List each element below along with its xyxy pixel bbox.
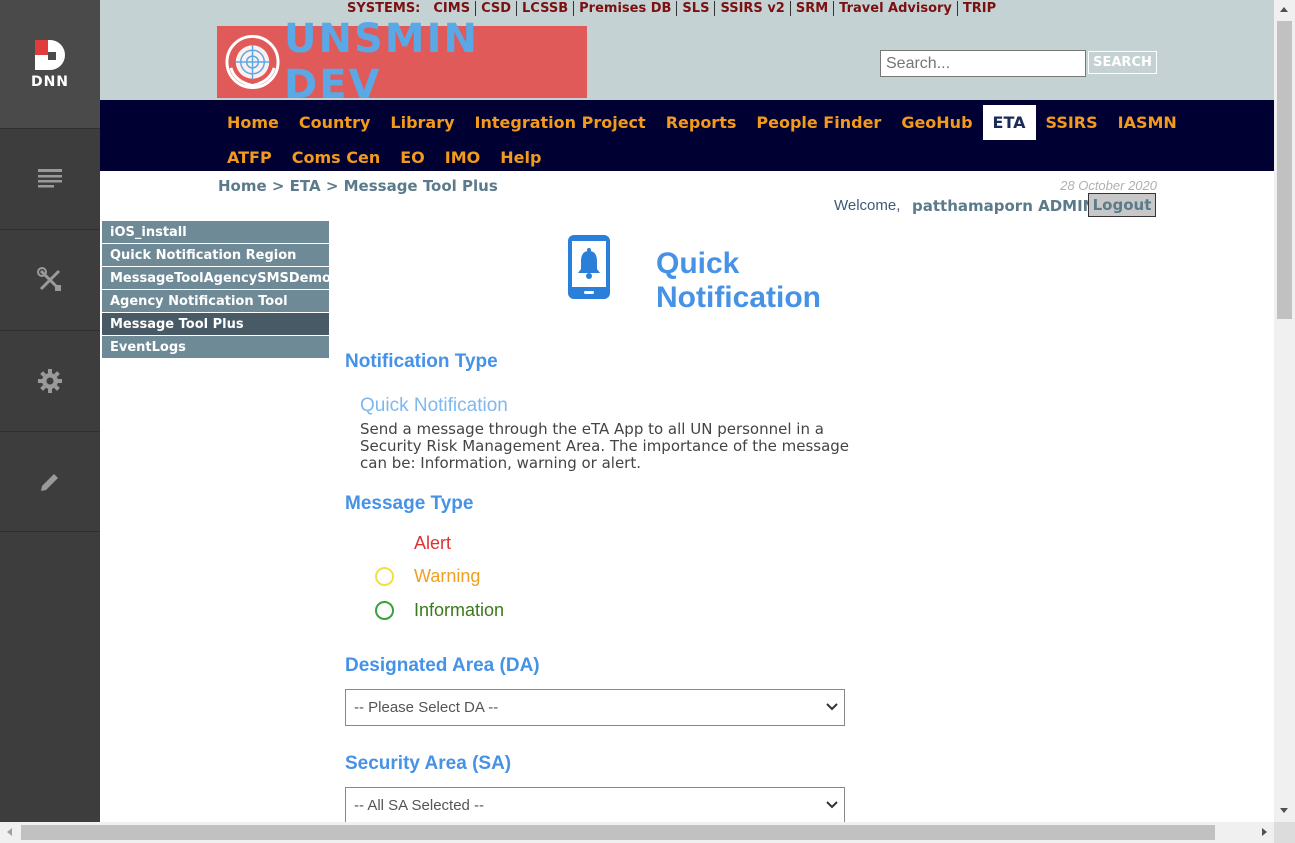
- security-area-heading: Security Area (SA): [345, 753, 512, 774]
- nav-home[interactable]: Home: [217, 105, 289, 140]
- nav-coms-cen[interactable]: Coms Cen: [282, 140, 390, 175]
- notification-type-description: Send a message through the eTA App to al…: [360, 420, 850, 472]
- nav-help[interactable]: Help: [490, 140, 551, 175]
- alert-radio[interactable]: [375, 533, 394, 553]
- sidenav-item-quick-notification-region[interactable]: Quick Notification Region: [102, 244, 329, 267]
- un-emblem-icon: [225, 34, 280, 90]
- side-nav: iOS_install Quick Notification Region Me…: [102, 221, 329, 359]
- search-button[interactable]: SEARCH: [1088, 51, 1157, 74]
- system-link-travel-advisory[interactable]: Travel Advisory: [833, 1, 957, 16]
- chevron-down-icon: [826, 703, 838, 711]
- horizontal-scroll-thumb[interactable]: [21, 825, 1215, 840]
- dnn-logo[interactable]: DNN: [0, 0, 100, 128]
- designated-area-selected: -- Please Select DA --: [354, 699, 499, 716]
- sidenav-item-event-logs[interactable]: EventLogs: [102, 336, 329, 359]
- sidenav-item-message-tool-plus[interactable]: Message Tool Plus: [102, 313, 329, 336]
- persona-bar: DNN: [0, 0, 100, 822]
- main-nav-row-2: ATFP Coms Cen EO IMO Help: [217, 140, 1274, 175]
- security-area-selected: -- All SA Selected --: [354, 797, 485, 814]
- information-radio[interactable]: [375, 600, 394, 620]
- message-type-information[interactable]: Information: [375, 598, 504, 622]
- warning-radio[interactable]: [375, 566, 394, 586]
- scroll-up-arrow-icon[interactable]: [1280, 7, 1288, 12]
- persona-settings-button[interactable]: [0, 330, 100, 431]
- message-type-heading: Message Type: [345, 493, 474, 514]
- warning-label: Warning: [414, 565, 481, 586]
- site-banner[interactable]: UNSMIN DEV: [217, 16, 587, 108]
- scroll-left-arrow-icon[interactable]: [7, 828, 12, 836]
- system-link-lcssb[interactable]: LCSSB: [516, 1, 574, 16]
- information-label: Information: [414, 599, 505, 620]
- persona-content-button[interactable]: [0, 128, 100, 229]
- nav-library[interactable]: Library: [380, 105, 464, 140]
- welcome-label: Welcome,: [834, 197, 901, 214]
- logout-button[interactable]: Logout: [1088, 193, 1156, 217]
- mobile-notification-icon: [568, 235, 610, 299]
- main-content: Quick Notification Notification Type Qui…: [345, 228, 905, 822]
- system-link-sls[interactable]: SLS: [676, 1, 715, 16]
- main-nav: Home Country Library Integration Project…: [100, 100, 1274, 171]
- settings-icon: [38, 369, 62, 393]
- nav-integration-project[interactable]: Integration Project: [465, 105, 656, 140]
- notification-type-heading: Notification Type: [345, 351, 498, 372]
- message-type-warning[interactable]: Warning: [375, 564, 480, 588]
- system-link-trip[interactable]: TRIP: [956, 1, 1002, 16]
- system-link-premises-db[interactable]: Premises DB: [573, 1, 677, 16]
- site-page: SYSTEMS: CIMS CSD LCSSB Premises DB SLS SSIRS …: [100, 0, 1274, 822]
- user-name-link[interactable]: patthamaporn ADMIN: [912, 197, 1095, 215]
- notification-type-name: Quick Notification: [360, 395, 508, 416]
- chevron-down-icon: [826, 801, 838, 809]
- sidenav-item-ios-install[interactable]: iOS_install: [102, 221, 329, 244]
- system-link-cims[interactable]: CIMS: [428, 1, 475, 16]
- search-input[interactable]: [880, 50, 1086, 77]
- scroll-down-arrow-icon[interactable]: [1280, 808, 1288, 813]
- nav-country[interactable]: Country: [289, 105, 380, 140]
- system-link-csd[interactable]: CSD: [475, 1, 517, 16]
- dnn-logo-icon: [35, 40, 65, 70]
- systems-label: SYSTEMS:: [347, 1, 421, 16]
- security-area-select[interactable]: -- All SA Selected --: [345, 787, 845, 822]
- nav-atfp[interactable]: ATFP: [217, 140, 282, 175]
- main-nav-row-1: Home Country Library Integration Project…: [217, 105, 1274, 140]
- alert-label: Alert: [414, 532, 452, 553]
- nav-reports[interactable]: Reports: [656, 105, 747, 140]
- content-icon: [38, 169, 62, 188]
- current-date: 28 October 2020: [1060, 178, 1157, 193]
- vertical-scroll-thumb[interactable]: [1277, 21, 1292, 319]
- vertical-scrollbar[interactable]: [1274, 0, 1295, 822]
- top-bar: SYSTEMS: CIMS CSD LCSSB Premises DB SLS SSIRS …: [100, 0, 1274, 108]
- breadcrumb[interactable]: Home > ETA > Message Tool Plus: [218, 177, 498, 195]
- nav-geohub[interactable]: GeoHub: [891, 105, 982, 140]
- sidenav-item-message-tool-agency-sms-demo[interactable]: MessageToolAgencySMSDemo: [102, 267, 329, 290]
- message-type-alert[interactable]: Alert: [375, 531, 451, 555]
- scroll-right-arrow-icon[interactable]: [1262, 828, 1267, 836]
- tools-icon: [37, 267, 61, 291]
- systems-bar: SYSTEMS: CIMS CSD LCSSB Premises DB SLS SSIRS …: [347, 1, 1002, 16]
- page-header: Quick Notification: [345, 228, 905, 338]
- nav-people-finder[interactable]: People Finder: [746, 105, 891, 140]
- designated-area-select[interactable]: -- Please Select DA --: [345, 689, 845, 726]
- system-link-srm[interactable]: SRM: [789, 1, 834, 16]
- dnn-logo-text: DNN: [30, 74, 70, 90]
- persona-tools-button[interactable]: [0, 229, 100, 330]
- banner-text: UNSMIN DEV: [284, 16, 479, 108]
- horizontal-scrollbar[interactable]: [0, 822, 1274, 843]
- nav-eta[interactable]: ETA: [982, 105, 1036, 140]
- nav-imo[interactable]: IMO: [435, 140, 490, 175]
- page-title: Quick Notification: [656, 247, 821, 314]
- nav-iasmn[interactable]: IASMN: [1108, 105, 1187, 140]
- sidenav-item-agency-notification-tool[interactable]: Agency Notification Tool: [102, 290, 329, 313]
- nav-ssirs[interactable]: SSIRS: [1036, 105, 1108, 140]
- persona-edit-button[interactable]: [0, 431, 100, 532]
- system-link-ssirs-v2[interactable]: SSIRS v2: [714, 1, 790, 16]
- edit-icon: [41, 473, 58, 491]
- nav-eo[interactable]: EO: [390, 140, 435, 175]
- scrollbar-corner: [1274, 822, 1295, 843]
- designated-area-heading: Designated Area (DA): [345, 655, 540, 676]
